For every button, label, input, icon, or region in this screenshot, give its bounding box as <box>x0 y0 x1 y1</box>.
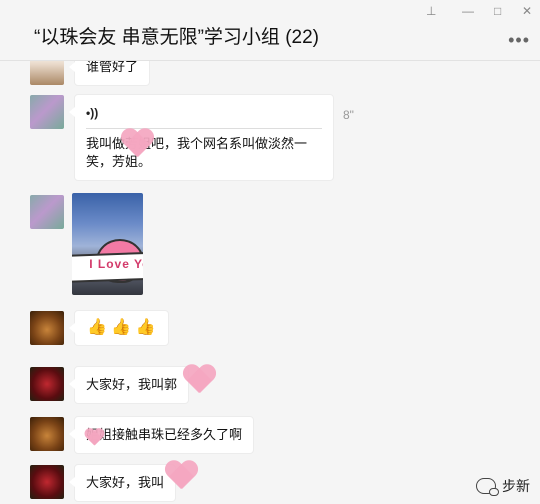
voice-icon: •)) <box>86 106 99 120</box>
avatar[interactable] <box>30 465 64 499</box>
watermark-text: 步新 <box>502 478 530 494</box>
divider <box>86 128 322 129</box>
avatar[interactable] <box>30 95 64 129</box>
minimize-icon[interactable]: — <box>462 4 474 18</box>
message-bubble[interactable]: 大家好，我叫 <box>68 464 177 502</box>
chat-area: 谁管好了 •)) 我叫做芳姐吧，我个网名系叫做淡然一笑，芳姐。 8" I Lov… <box>0 61 540 504</box>
title-bar: “以珠会友 串意无限”学习小组 (22) ⊥ — □ ✕ ••• <box>0 0 540 61</box>
wechat-icon <box>476 478 499 496</box>
maximize-icon[interactable]: □ <box>494 4 501 18</box>
avatar[interactable] <box>30 61 64 85</box>
message-text: 谁管好了 <box>86 61 139 74</box>
message-text: 大家好，我叫郭 <box>86 377 178 392</box>
message-bubble[interactable]: 姐姐接触串珠已经多久了啊 <box>68 416 255 454</box>
avatar[interactable] <box>30 311 64 345</box>
message-bubble[interactable]: 大家好，我叫郭 <box>68 366 190 404</box>
voice-message-bubble[interactable]: •)) 我叫做芳姐吧，我个网名系叫做淡然一笑，芳姐。 <box>69 94 334 181</box>
more-options-icon[interactable]: ••• <box>508 30 530 51</box>
message-text: 姐姐接触串珠已经多久了啊 <box>86 427 243 442</box>
chat-title: “以珠会友 串意无限”学习小组 (22) <box>34 27 320 48</box>
sticker-text: I Love You <box>89 257 143 271</box>
voice-duration: 8" <box>343 108 354 122</box>
watermark: 步新 <box>476 476 530 496</box>
voice-transcript: 我叫做芳姐吧，我个网名系叫做淡然一笑，芳姐。 <box>86 136 308 169</box>
message-bubble[interactable]: 👍 👍 👍 <box>69 310 169 346</box>
pin-icon[interactable]: ⊥ <box>426 4 436 18</box>
message-text: 大家好，我叫 <box>86 475 165 490</box>
thumbs-up-icon: 👍 👍 👍 <box>87 319 156 336</box>
message-bubble[interactable]: 谁管好了 <box>68 61 151 86</box>
avatar[interactable] <box>30 367 64 401</box>
avatar[interactable] <box>30 195 64 229</box>
avatar[interactable] <box>30 417 64 451</box>
close-icon[interactable]: ✕ <box>522 4 532 18</box>
image-message[interactable]: I Love You <box>72 193 143 295</box>
